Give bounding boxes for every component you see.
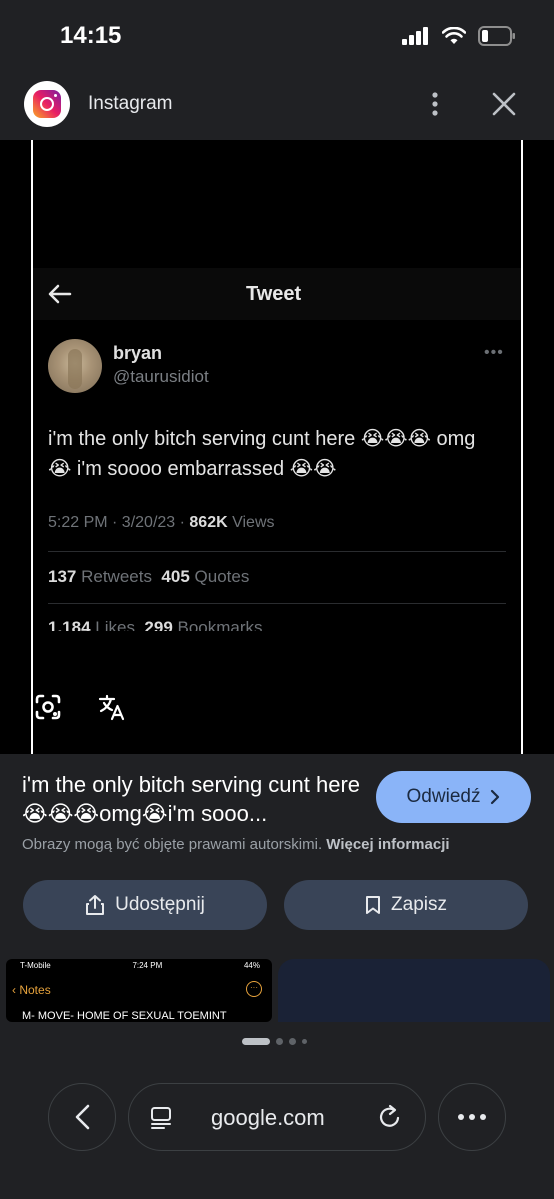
result-title[interactable]: i'm the only bitch serving cunt here😭😭😭o…	[22, 770, 362, 828]
status-icons	[402, 26, 516, 46]
page-menu-icon[interactable]	[149, 1106, 173, 1130]
tweet-meta: 5:22 PM · 3/20/23 · 862K Views	[48, 514, 275, 532]
thumbnail-notes-label: Notes	[19, 983, 51, 997]
close-icon[interactable]	[486, 86, 522, 122]
tweet-author-name: bryan	[113, 343, 163, 363]
likes-label: Likes	[90, 618, 145, 631]
image-preview[interactable]: Tweet bryan @taurusidiot ••• i'm the onl…	[0, 140, 554, 754]
thumbnail-more-icon: ···	[246, 981, 262, 997]
save-button-label: Zapisz	[391, 894, 447, 915]
page-indicator	[242, 1038, 307, 1045]
address-bar[interactable]: google.com	[128, 1083, 426, 1151]
thumbnail-notes-back: ‹ Notes	[12, 983, 51, 997]
url-text: google.com	[211, 1105, 325, 1130]
retweets-count: 137	[48, 567, 77, 586]
more-horiz-icon	[458, 1114, 486, 1120]
reload-icon[interactable]	[377, 1104, 403, 1130]
arrow-left-icon	[48, 284, 72, 304]
source-header: Instagram	[0, 72, 554, 140]
chevron-right-icon	[491, 789, 500, 805]
more-menu-button[interactable]	[438, 1083, 506, 1151]
chevron-left-icon	[75, 1104, 90, 1130]
bookmarks-count: 299	[144, 618, 173, 631]
divider	[48, 603, 506, 604]
divider	[48, 551, 506, 552]
quotes-label: Quotes	[189, 567, 250, 586]
page-dot	[302, 1039, 307, 1044]
bookmarks-label: Bookmarks	[172, 618, 263, 631]
page-dot-active	[242, 1038, 270, 1045]
related-image-thumbnail[interactable]: T-Mobile 7:24 PM 44% ‹ Notes ··· M- MOVE…	[6, 959, 272, 1022]
page-dot	[289, 1038, 296, 1045]
related-images: T-Mobile 7:24 PM 44% ‹ Notes ··· M- MOVE…	[0, 959, 554, 1022]
quotes-count: 405	[161, 567, 190, 586]
status-time: 14:15	[60, 22, 122, 49]
save-button[interactable]: Zapisz	[284, 880, 528, 930]
visit-button[interactable]: Odwiedź	[376, 771, 531, 823]
visit-button-label: Odwiedź	[406, 786, 481, 807]
wifi-icon	[442, 27, 466, 44]
thumbnail-time: 7:24 PM	[132, 961, 163, 970]
translate-icon[interactable]	[98, 693, 126, 721]
related-image-thumbnail[interactable]	[278, 959, 550, 1022]
tweet-text: i'm the only bitch serving cunt here 😭😭😭…	[48, 428, 476, 480]
likes-count: 1,184	[48, 618, 91, 631]
thumbnail-text: M- MOVE- HOME OF SEXUAL TOEMINT	[22, 1010, 227, 1022]
share-button-label: Udostępnij	[115, 894, 205, 915]
tweet-views-label: Views	[227, 514, 275, 531]
status-bar: 14:15	[0, 0, 554, 72]
page-dot	[276, 1038, 283, 1045]
retweets-label: Retweets	[76, 567, 162, 586]
share-button[interactable]: Udostępnij	[23, 880, 267, 930]
tweet-stats-retweets: 137 Retweets 405 Quotes	[48, 567, 249, 587]
copyright-text: Obrazy mogą być objęte prawami autorskim…	[22, 836, 327, 853]
tweet-author-handle: @taurusidiot	[113, 367, 209, 386]
thumbnail-carrier: T-Mobile	[20, 961, 51, 970]
tweet-views-count: 862K	[189, 514, 228, 531]
tweet-stats-likes: 1,184 Likes 299 Bookmarks	[48, 618, 263, 631]
avatar	[48, 339, 102, 393]
tweet-time: 5:22 PM · 3/20/23 ·	[48, 514, 190, 531]
thumbnail-battery: 44%	[243, 961, 260, 970]
more-vert-icon[interactable]	[420, 86, 450, 122]
google-lens-icon[interactable]	[34, 693, 62, 721]
back-button[interactable]	[48, 1083, 116, 1151]
share-icon	[86, 895, 105, 915]
copyright-notice: Obrazy mogą być objęte prawami autorskim…	[22, 836, 450, 853]
source-name: Instagram	[88, 93, 173, 114]
instagram-logo-icon	[24, 81, 70, 127]
cellular-signal-icon	[402, 27, 428, 45]
tweet-page-title: Tweet	[246, 283, 302, 305]
browser-bottom-bar: google.com	[0, 1022, 554, 1199]
tweet-more-icon: •••	[484, 344, 504, 361]
more-info-link[interactable]: Więcej informacji	[326, 836, 449, 853]
thumbnail-status-bar: T-Mobile 7:24 PM 44%	[20, 961, 260, 970]
bookmark-icon	[366, 896, 381, 914]
battery-icon	[478, 26, 515, 46]
